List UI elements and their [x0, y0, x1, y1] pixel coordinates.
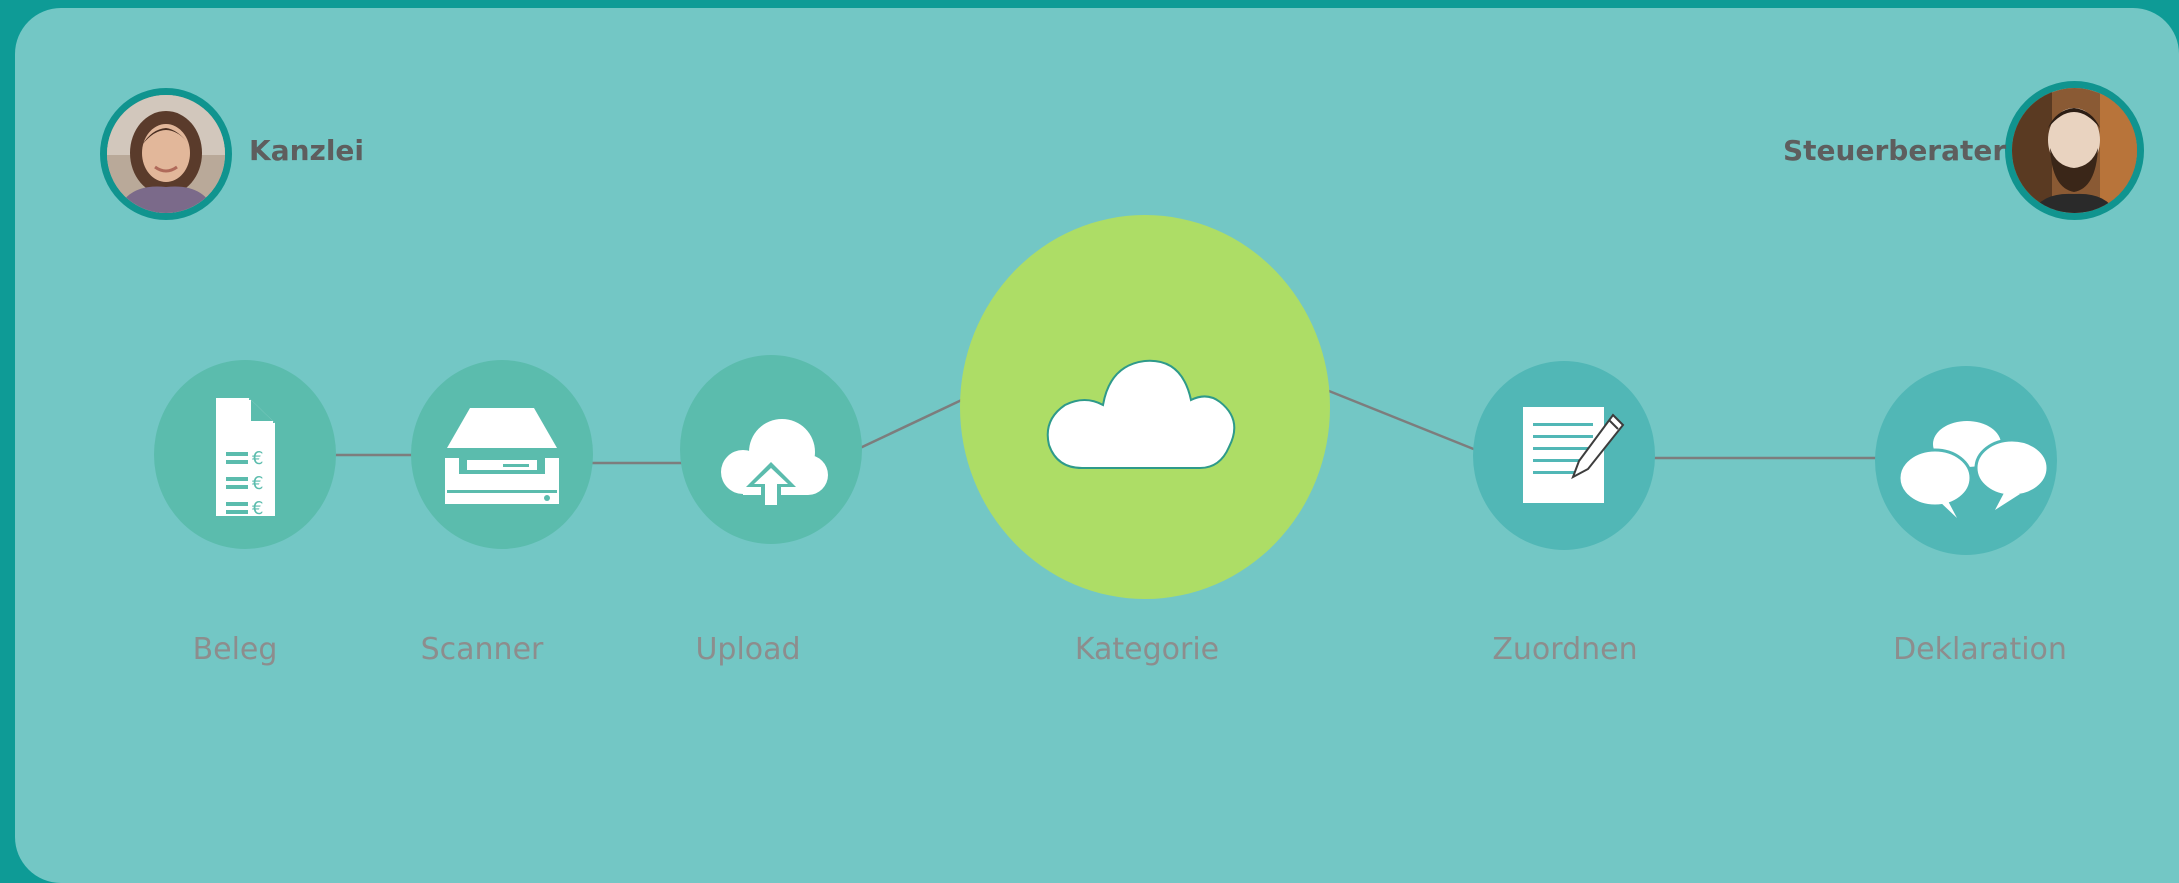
- step-upload: [680, 355, 862, 544]
- steuerberater-avatar: [2005, 81, 2144, 220]
- step-label-kategorie: Kategorie: [1074, 632, 1220, 667]
- steuerberater-label: Steuerberater: [1783, 134, 2007, 167]
- connector-kategorie-zuordnen: [1323, 387, 1482, 454]
- scanner-icon: [445, 408, 559, 504]
- speech-bubbles-icon: [1897, 421, 2050, 518]
- bearded-man-portrait-avatar: [2012, 88, 2137, 213]
- kanzlei-label: Kanzlei: [249, 134, 365, 167]
- step-label-upload: Upload: [695, 632, 801, 667]
- cloud-upload-icon: [721, 419, 828, 507]
- workflow-panel: Kanzlei Steuerberater € € € Beleg Scanne…: [15, 8, 2179, 883]
- woman-portrait-avatar: [107, 95, 225, 213]
- step-scanner: [411, 360, 593, 549]
- step-kategorie: [960, 215, 1330, 599]
- step-label-scanner: Scanner: [420, 632, 544, 667]
- step-deklaration: [1875, 366, 2057, 555]
- step-label-beleg: Beleg: [192, 632, 278, 667]
- step-zuordnen: [1473, 361, 1655, 550]
- kanzlei-avatar: [100, 88, 232, 220]
- step-label-deklaration: Deklaration: [1893, 632, 2067, 667]
- receipt-euro-icon: € € €: [216, 398, 275, 519]
- svg-text:€: €: [252, 473, 263, 494]
- document-pen-icon: [1523, 407, 1625, 503]
- svg-text:€: €: [252, 448, 263, 469]
- connector-upload-kategorie: [859, 395, 969, 450]
- step-label-zuordnen: Zuordnen: [1492, 632, 1638, 667]
- cloud-icon: [1046, 359, 1236, 469]
- svg-text:€: €: [252, 498, 263, 519]
- step-beleg: € € €: [154, 360, 336, 549]
